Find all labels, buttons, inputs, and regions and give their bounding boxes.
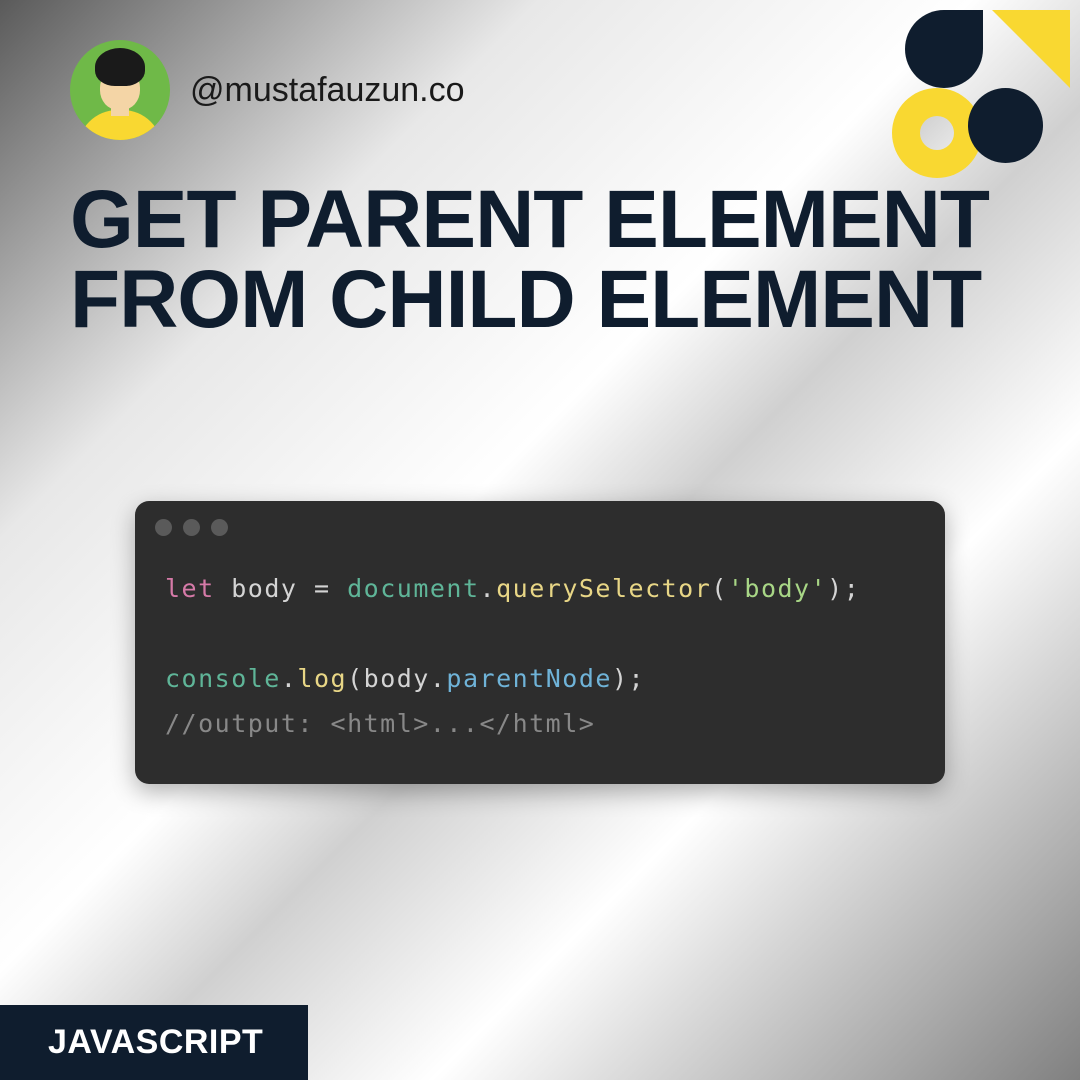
window-dot-icon (155, 519, 172, 536)
triangle-shape-icon (992, 10, 1070, 88)
decoration-shapes (850, 10, 1070, 230)
code-window: let body = document.querySelector('body'… (135, 501, 945, 784)
category-tag: JAVASCRIPT (0, 1005, 308, 1080)
circle-shape-icon (968, 88, 1043, 163)
code-line-1: let body = document.querySelector('body'… (165, 566, 915, 611)
code-line-3: //output: <html>...</html> (165, 701, 915, 746)
window-dot-icon (183, 519, 200, 536)
window-dot-icon (211, 519, 228, 536)
code-blank-line (165, 611, 915, 656)
code-content: let body = document.querySelector('body'… (135, 546, 945, 784)
code-line-2: console.log(body.parentNode); (165, 656, 915, 701)
author-handle: @mustafauzun.co (190, 71, 465, 110)
leaf-shape-icon (905, 10, 983, 88)
avatar (70, 40, 170, 140)
title-line-2: FROM CHILD ELEMENT (70, 260, 1080, 340)
window-controls (135, 501, 945, 546)
